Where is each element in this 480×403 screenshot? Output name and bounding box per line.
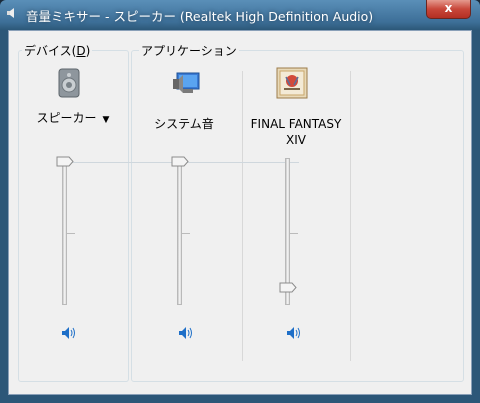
column-separator	[350, 71, 351, 361]
chevron-down-icon: ▼	[102, 115, 110, 125]
speaker-volume-icon[interactable]	[60, 326, 76, 340]
mixer-client-area: デバイス(D) アプリケーション スピーカー ▼ システム音 FINAL FAN…	[8, 30, 472, 395]
system-sounds-volume-thumb[interactable]	[171, 156, 189, 167]
device-volume-thumb[interactable]	[56, 156, 74, 167]
application-group-label: アプリケーション	[139, 42, 239, 59]
speaker-device-icon[interactable]	[53, 67, 85, 99]
close-button[interactable]: x	[426, 0, 471, 19]
system-sounds-label: システム音	[154, 117, 214, 131]
system-sounds-volume-track[interactable]	[177, 158, 182, 305]
title-bar[interactable]: 音量ミキサー - スピーカー (Realtek High Definition …	[0, 0, 480, 28]
speaker-volume-icon[interactable]	[177, 326, 193, 340]
volume-mixer-window: 音量ミキサー - スピーカー (Realtek High Definition …	[0, 0, 480, 403]
system-sounds-icon[interactable]	[171, 67, 203, 99]
speaker-app-icon	[7, 8, 14, 18]
slider-tick	[67, 233, 75, 234]
device-volume-track[interactable]	[62, 158, 67, 305]
device-group-label: デバイス(D)	[22, 42, 93, 59]
window-title: 音量ミキサー - スピーカー (Realtek High Definition …	[26, 9, 374, 24]
final-fantasy-xiv-label: FINAL FANTASY XIV	[250, 117, 342, 147]
final-fantasy-xiv-volume-thumb[interactable]	[279, 282, 297, 293]
column-separator	[242, 71, 243, 361]
slider-tick	[182, 233, 190, 234]
slider-tick	[290, 233, 298, 234]
device-name-dropdown[interactable]: スピーカー ▼	[27, 110, 119, 128]
final-fantasy-xiv-icon[interactable]	[276, 67, 308, 99]
speaker-volume-icon[interactable]	[285, 326, 301, 340]
